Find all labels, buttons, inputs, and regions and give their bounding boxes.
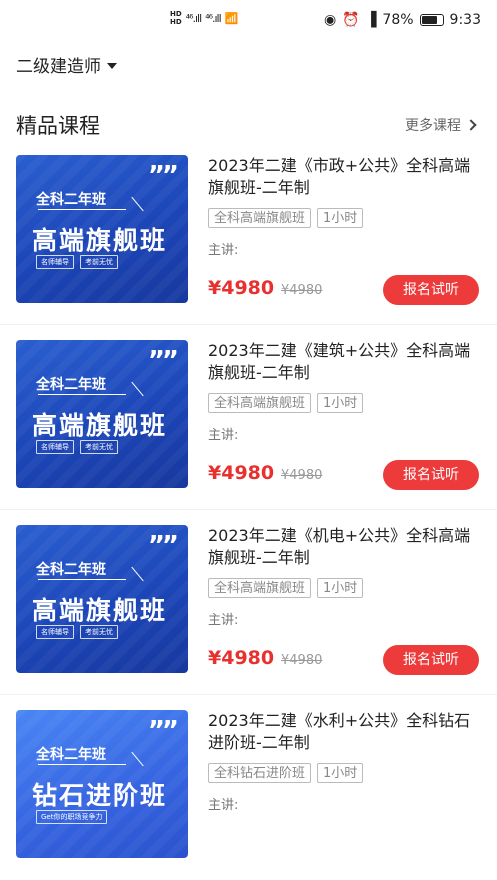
course-title[interactable]: 2023年二建《市政+公共》全科高端旗舰班-二年制 (208, 155, 478, 199)
course-tags: 全科高端旗舰班 1小时 (208, 208, 364, 228)
thumbnail-chips: 名师辅导 考前无忧 (36, 625, 118, 639)
quote-icon: ”” (147, 161, 179, 191)
price: ¥4980 (208, 462, 275, 484)
course-type-tag: 全科钻石进阶班 (208, 763, 312, 783)
quote-icon: ”” (147, 346, 179, 376)
thumbnail-chip: 名师辅导 (36, 440, 74, 454)
original-price: ¥4980 (281, 283, 323, 298)
course-card[interactable]: ”” 全科二年班 高端旗舰班 名师辅导 考前无忧 2023年二建《机电+公共》全… (0, 525, 497, 695)
thumbnail-tag: 全科二年班 (36, 192, 106, 208)
battery-percent: 78% (382, 12, 414, 28)
clock: 9:33 (449, 12, 481, 28)
duration-tag: 1小时 (317, 393, 364, 413)
thumbnail-chip: 名师辅导 (36, 625, 74, 639)
duration-tag: 1小时 (317, 763, 364, 783)
thumbnail-chip: Get你的职场竞争力 (36, 810, 108, 824)
thumbnail-tag: 全科二年班 (36, 747, 106, 763)
battery-icon (419, 14, 444, 26)
lecturer-label: 主讲: (208, 798, 239, 813)
hd-label-1: HD (170, 10, 182, 18)
status-bar: HD HD ⁴⁶.ıll ⁴⁶.ıll 📶 ◉ ⏰ ▐ 78% 9:33 (0, 0, 497, 42)
hd-icon: HD HD (170, 10, 182, 26)
course-thumbnail[interactable]: ”” 全科二年班 高端旗舰班 名师辅导 考前无忧 (16, 155, 188, 303)
enroll-trial-button[interactable]: 报名试听 (383, 645, 479, 675)
thumbnail-chips: 名师辅导 考前无忧 (36, 440, 118, 454)
duration-tag: 1小时 (317, 208, 364, 228)
signal-icon-2: ⁴⁶.ıll (205, 11, 222, 25)
thumbnail-chip: 考前无忧 (80, 440, 118, 454)
more-courses-link[interactable]: 更多课程 (405, 115, 477, 135)
course-card[interactable]: ”” 全科二年班 高端旗舰班 名师辅导 考前无忧 2023年二建《市政+公共》全… (0, 155, 497, 325)
original-price: ¥4980 (281, 653, 323, 668)
course-tags: 全科高端旗舰班 1小时 (208, 578, 364, 598)
hd-label-2: HD (170, 18, 182, 26)
alarm-icon: ⏰ (342, 12, 360, 28)
course-tags: 全科高端旗舰班 1小时 (208, 393, 364, 413)
course-thumbnail[interactable]: ”” 全科二年班 高端旗舰班 名师辅导 考前无忧 (16, 525, 188, 673)
lecturer-label: 主讲: (208, 613, 239, 628)
thumbnail-headline: 高端旗舰班 (32, 226, 168, 255)
course-tags: 全科钻石进阶班 1小时 (208, 763, 364, 783)
exam-type-selector[interactable]: 二级建造师 (16, 52, 117, 77)
more-courses-label: 更多课程 (405, 118, 461, 134)
thumbnail-tag: 全科二年班 (36, 377, 106, 393)
thumbnail-tag: 全科二年班 (36, 562, 106, 578)
exam-type-label: 二级建造师 (16, 57, 101, 77)
network-indicators: HD HD ⁴⁶.ıll ⁴⁶.ıll 📶 (170, 10, 238, 26)
course-type-tag: 全科高端旗舰班 (208, 393, 312, 413)
course-title[interactable]: 2023年二建《机电+公共》全科高端旗舰班-二年制 (208, 525, 478, 569)
chevron-right-icon (465, 119, 477, 131)
course-title[interactable]: 2023年二建《建筑+公共》全科高端旗舰班-二年制 (208, 340, 478, 384)
wifi-icon: 📶 (224, 11, 239, 25)
system-indicators: ◉ ⏰ ▐ 78% 9:33 (324, 12, 481, 28)
divider (0, 694, 497, 695)
thumbnail-headline: 钻石进阶班 (32, 781, 168, 810)
course-card[interactable]: ”” 全科二年班 钻石进阶班 Get你的职场竞争力 2023年二建《水利+公共》… (0, 710, 497, 880)
section-title: 精品课程 (16, 114, 100, 138)
enroll-trial-button[interactable]: 报名试听 (383, 460, 479, 490)
thumbnail-chip: 考前无忧 (80, 255, 118, 269)
thumbnail-chip: 名师辅导 (36, 255, 74, 269)
divider (0, 324, 497, 325)
lecturer-label: 主讲: (208, 243, 239, 258)
thumbnail-chips: 名师辅导 考前无忧 (36, 255, 118, 269)
course-card[interactable]: ”” 全科二年班 高端旗舰班 名师辅导 考前无忧 2023年二建《建筑+公共》全… (0, 340, 497, 510)
course-thumbnail[interactable]: ”” 全科二年班 高端旗舰班 名师辅导 考前无忧 (16, 340, 188, 488)
thumbnail-chips: Get你的职场竞争力 (36, 810, 108, 824)
thumbnail-divider (38, 209, 126, 210)
thumbnail-chip: 考前无忧 (80, 625, 118, 639)
signal-icon-1: ⁴⁶.ıll (185, 11, 203, 25)
quote-icon: ”” (147, 531, 179, 561)
quote-icon: ”” (147, 716, 179, 746)
course-type-tag: 全科高端旗舰班 (208, 578, 312, 598)
vibrate-icon: ▐ (365, 12, 377, 28)
duration-tag: 1小时 (317, 578, 364, 598)
thumbnail-headline: 高端旗舰班 (32, 411, 168, 440)
course-thumbnail[interactable]: ”” 全科二年班 钻石进阶班 Get你的职场竞争力 (16, 710, 188, 858)
course-title[interactable]: 2023年二建《水利+公共》全科钻石进阶班-二年制 (208, 710, 478, 754)
lecturer-label: 主讲: (208, 428, 239, 443)
course-type-tag: 全科高端旗舰班 (208, 208, 312, 228)
price: ¥4980 (208, 647, 275, 669)
caret-down-icon (107, 62, 117, 69)
divider (0, 509, 497, 510)
price: ¥4980 (208, 277, 275, 299)
original-price: ¥4980 (281, 468, 323, 483)
eye-icon: ◉ (323, 12, 337, 28)
enroll-trial-button[interactable]: 报名试听 (383, 275, 479, 305)
thumbnail-divider (38, 579, 126, 580)
thumbnail-headline: 高端旗舰班 (32, 596, 168, 625)
thumbnail-divider (38, 394, 126, 395)
thumbnail-divider (38, 764, 126, 765)
